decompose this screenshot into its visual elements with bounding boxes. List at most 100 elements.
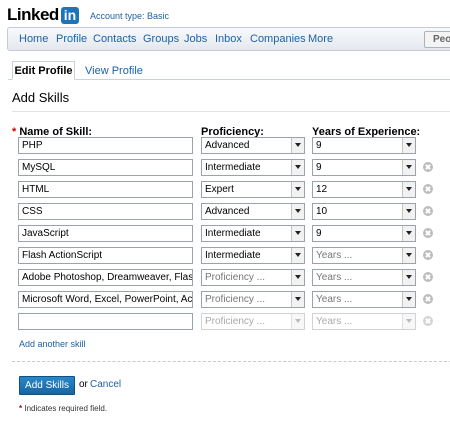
form-divider [12, 361, 450, 362]
dropdown-arrow-icon [291, 270, 304, 285]
required-asterisk: * [19, 404, 23, 413]
dropdown-arrow-icon [402, 314, 415, 329]
years-select[interactable]: 10 [312, 203, 416, 220]
cancel-link[interactable]: Cancel [90, 379, 121, 390]
proficiency-select[interactable]: Intermediate [201, 247, 305, 264]
remove-skill-icon[interactable] [423, 162, 433, 172]
years-select[interactable]: Years ... [312, 247, 416, 264]
proficiency-select[interactable]: Intermediate [201, 159, 305, 176]
tab-edit-profile[interactable]: Edit Profile [12, 61, 75, 80]
dropdown-arrow-icon [291, 160, 304, 175]
years-select[interactable]: 12 [312, 181, 416, 198]
required-note-text: Indicates required field. [24, 404, 108, 413]
years-value: Years ... [316, 272, 353, 283]
dropdown-arrow-icon [402, 182, 415, 197]
main-nav: Home Profile Contacts Groups Jobs Inbox … [7, 27, 450, 51]
remove-skill-icon[interactable] [423, 206, 433, 216]
skill-name-input[interactable]: CSS [18, 203, 193, 220]
proficiency-value: Intermediate [205, 228, 261, 239]
dropdown-arrow-icon [291, 248, 304, 263]
skill-row: JavaScript Intermediate 9 [0, 225, 450, 243]
dropdown-arrow-icon [291, 226, 304, 241]
proficiency-value: Intermediate [205, 250, 261, 261]
years-value: 9 [316, 162, 322, 173]
nav-inbox[interactable]: Inbox [215, 33, 242, 45]
skill-row: Microsoft Word, Excel, PowerPoint, Acces… [0, 291, 450, 309]
tab-view-profile[interactable]: View Profile [85, 65, 143, 77]
dropdown-arrow-icon [402, 204, 415, 219]
proficiency-value: Proficiency ... [205, 272, 266, 283]
nav-contacts[interactable]: Contacts [93, 33, 136, 45]
years-value: Years ... [316, 250, 353, 261]
skill-name-input[interactable]: HTML [18, 181, 193, 198]
skill-row: HTML Expert 12 [0, 181, 450, 199]
nav-profile[interactable]: Profile [56, 33, 87, 45]
account-type-link[interactable]: Account type: Basic [90, 11, 169, 21]
years-select[interactable]: 9 [312, 137, 416, 154]
dropdown-arrow-icon [402, 226, 415, 241]
years-select[interactable]: 9 [312, 225, 416, 242]
years-select[interactable]: Years ... [312, 313, 416, 330]
add-skills-button[interactable]: Add Skills [19, 376, 75, 395]
dropdown-arrow-icon [402, 160, 415, 175]
years-value: Years ... [316, 294, 353, 305]
proficiency-value: Intermediate [205, 162, 261, 173]
nav-companies[interactable]: Companies [250, 33, 306, 45]
dropdown-arrow-icon [291, 138, 304, 153]
years-value: 9 [316, 140, 322, 151]
years-value: 9 [316, 228, 322, 239]
skill-name-input[interactable]: MySQL [18, 159, 193, 176]
proficiency-select[interactable]: Proficiency ... [201, 313, 305, 330]
add-another-skill-link[interactable]: Add another skill [19, 339, 86, 349]
skill-name-input[interactable]: JavaScript [18, 225, 193, 242]
skill-row: MySQL Intermediate 9 [0, 159, 450, 177]
skill-name-input[interactable] [18, 313, 193, 330]
required-note: * Indicates required field. [19, 404, 107, 413]
remove-skill-icon[interactable] [423, 228, 433, 238]
years-value: 10 [316, 206, 328, 217]
proficiency-value: Advanced [205, 206, 250, 217]
proficiency-select[interactable]: Expert [201, 181, 305, 198]
logo-in-badge: in [60, 6, 80, 24]
remove-skill-icon[interactable] [423, 184, 433, 194]
skill-row: Adobe Photoshop, Dreamweaver, Flash, A P… [0, 269, 450, 287]
skill-name-input[interactable]: Adobe Photoshop, Dreamweaver, Flash, A [18, 269, 193, 286]
dropdown-arrow-icon [402, 138, 415, 153]
proficiency-select[interactable]: Intermediate [201, 225, 305, 242]
remove-skill-icon[interactable] [423, 316, 433, 326]
remove-skill-icon[interactable] [423, 272, 433, 282]
proficiency-value: Proficiency ... [205, 294, 266, 305]
linkedin-logo[interactable]: Linked in [7, 5, 80, 24]
years-value: 12 [316, 184, 328, 195]
proficiency-select[interactable]: Proficiency ... [201, 269, 305, 286]
search-type-dropdown[interactable]: People [424, 31, 450, 48]
dropdown-arrow-icon [291, 292, 304, 307]
skill-name-input[interactable]: Flash ActionScript [18, 247, 193, 264]
skill-name-input[interactable]: PHP [18, 137, 193, 154]
remove-skill-icon[interactable] [423, 250, 433, 260]
heading-divider [12, 111, 450, 112]
years-select[interactable]: 9 [312, 159, 416, 176]
proficiency-select[interactable]: Advanced [201, 203, 305, 220]
nav-jobs[interactable]: Jobs [184, 33, 207, 45]
years-select[interactable]: Years ... [312, 269, 416, 286]
dropdown-arrow-icon [291, 182, 304, 197]
skill-row: CSS Advanced 10 [0, 203, 450, 221]
dropdown-arrow-icon [291, 204, 304, 219]
years-select[interactable]: Years ... [312, 291, 416, 308]
dropdown-arrow-icon [402, 292, 415, 307]
skill-row: PHP Advanced 9 [0, 137, 450, 155]
dropdown-arrow-icon [402, 248, 415, 263]
logo-text: Linked [7, 5, 59, 24]
nav-more[interactable]: More [308, 33, 333, 45]
nav-groups[interactable]: Groups [143, 33, 179, 45]
skill-row: Flash ActionScript Intermediate Years ..… [0, 247, 450, 265]
years-value: Years ... [316, 316, 353, 327]
proficiency-value: Proficiency ... [205, 316, 266, 327]
proficiency-select[interactable]: Proficiency ... [201, 291, 305, 308]
proficiency-select[interactable]: Advanced [201, 137, 305, 154]
remove-skill-icon[interactable] [423, 294, 433, 304]
proficiency-value: Advanced [205, 140, 250, 151]
nav-home[interactable]: Home [19, 33, 48, 45]
skill-name-input[interactable]: Microsoft Word, Excel, PowerPoint, Acces [18, 291, 193, 308]
